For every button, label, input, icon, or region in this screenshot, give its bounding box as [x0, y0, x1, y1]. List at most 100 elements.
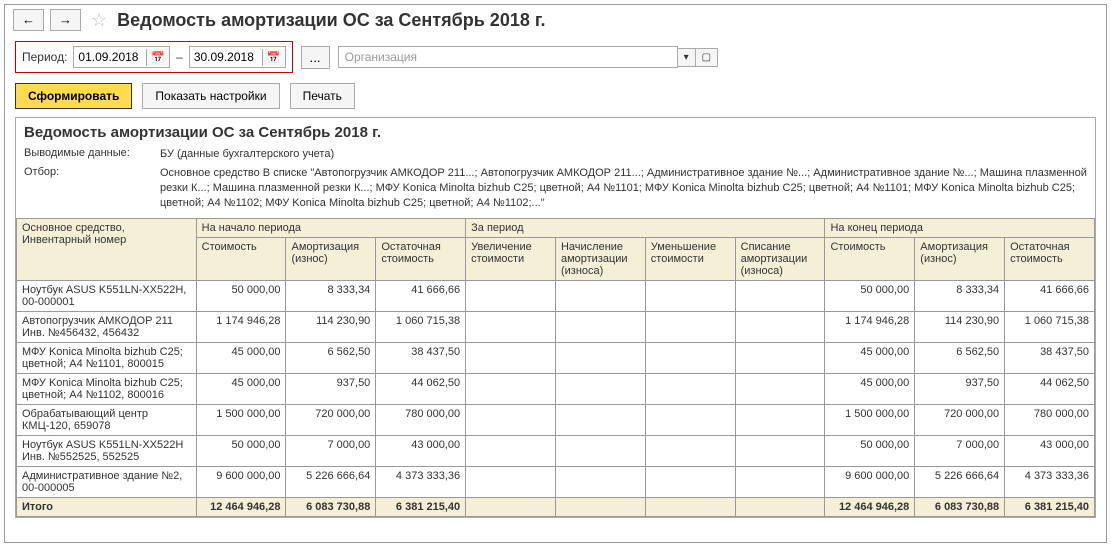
cell-accr — [555, 374, 645, 405]
cell-inc — [466, 281, 556, 312]
table-row[interactable]: Административное здание №2, 00-0000059 6… — [17, 467, 1095, 498]
cell-s-cost: 9 600 000,00 — [196, 467, 286, 498]
date-to-input[interactable] — [190, 47, 262, 67]
cell-wo — [735, 467, 825, 498]
cell-s-res: 43 000,00 — [376, 436, 466, 467]
cell-e-amort: 7 000,00 — [915, 436, 1005, 467]
cell-dec — [645, 312, 735, 343]
cell-e-cost: 50 000,00 — [825, 436, 915, 467]
org-open-button[interactable]: ▢ — [696, 48, 718, 67]
report-title: Ведомость амортизации ОС за Сентябрь 201… — [24, 124, 1087, 141]
cell-wo — [735, 436, 825, 467]
table-row[interactable]: Обрабатывающий центр КМЦ-120, 6590781 50… — [17, 405, 1095, 436]
page-title: Ведомость амортизации ОС за Сентябрь 201… — [117, 10, 545, 31]
cell-e-res: 1 060 715,38 — [1005, 312, 1095, 343]
table-row[interactable]: Автопогрузчик АМКОДОР 211 Инв. №456432, … — [17, 312, 1095, 343]
cell-accr — [555, 467, 645, 498]
organization-input[interactable]: Организация — [338, 46, 678, 68]
th-accr: Начисление амортизации (износа) — [555, 238, 645, 281]
th-wo: Списание амортизации (износа) — [735, 238, 825, 281]
cell-name: Обрабатывающий центр КМЦ-120, 659078 — [17, 405, 197, 436]
org-dropdown-button[interactable]: ▾ — [678, 48, 696, 67]
th-inc: Увеличение стоимости — [466, 238, 556, 281]
cell-e-res: 44 062,50 — [1005, 374, 1095, 405]
settings-button[interactable]: Показать настройки — [142, 83, 279, 109]
cell-e-cost: 9 600 000,00 — [825, 467, 915, 498]
cell-e-cost: 50 000,00 — [825, 281, 915, 312]
cell-wo — [735, 312, 825, 343]
cell-e-amort: 6 562,50 — [915, 343, 1005, 374]
cell-e-amort: 937,50 — [915, 374, 1005, 405]
table-row[interactable]: МФУ Konica Minolta bizhub C25; цветной; … — [17, 374, 1095, 405]
cell-inc — [466, 436, 556, 467]
cell-s-amort: 937,50 — [286, 374, 376, 405]
cell-total-label: Итого — [17, 498, 197, 517]
cell-inc — [466, 405, 556, 436]
th-end: На конец периода — [825, 219, 1095, 238]
cell-accr — [555, 405, 645, 436]
cell-s-amort: 114 230,90 — [286, 312, 376, 343]
date-from-input[interactable] — [74, 47, 146, 67]
cell-e-amort: 5 226 666,64 — [915, 467, 1005, 498]
period-block: Период: 📅 – 📅 — [15, 41, 293, 73]
cell-inc — [466, 343, 556, 374]
th-e-amort: Амортизация (износ) — [915, 238, 1005, 281]
cell-inc — [466, 312, 556, 343]
cell-e-cost: 45 000,00 — [825, 374, 915, 405]
cell-name: Автопогрузчик АМКОДОР 211 Инв. №456432, … — [17, 312, 197, 343]
cell-e-amort: 114 230,90 — [915, 312, 1005, 343]
cell-e-cost: 1 500 000,00 — [825, 405, 915, 436]
cell-wo — [735, 405, 825, 436]
table-row[interactable]: Ноутбук ASUS K551LN-XX522H, 00-000001 50 … — [17, 281, 1095, 312]
back-button[interactable]: ← — [13, 9, 44, 31]
filter-label: Отбор: — [24, 166, 144, 211]
period-picker-button[interactable]: ... — [301, 46, 330, 69]
cell-s-cost: 45 000,00 — [196, 343, 286, 374]
cell-e-cost: 1 174 946,28 — [825, 312, 915, 343]
table-row[interactable]: МФУ Konica Minolta bizhub C25; цветной; … — [17, 343, 1095, 374]
cell-s-cost: 45 000,00 — [196, 374, 286, 405]
cell-dec — [645, 405, 735, 436]
cell-s-cost: 1 174 946,28 — [196, 312, 286, 343]
cell-e-res: 38 437,50 — [1005, 343, 1095, 374]
cell-e-amort: 720 000,00 — [915, 405, 1005, 436]
cell-name: МФУ Konica Minolta bizhub C25; цветной; … — [17, 374, 197, 405]
cell-dec — [645, 374, 735, 405]
report-table: Основное средство, Инвентарный номер На … — [16, 218, 1095, 517]
date-sep: – — [176, 50, 183, 64]
th-start: На начало периода — [196, 219, 465, 238]
cell-e-res: 780 000,00 — [1005, 405, 1095, 436]
cell-s-cost: 1 500 000,00 — [196, 405, 286, 436]
cell-accr — [555, 281, 645, 312]
forward-button[interactable]: → — [50, 9, 81, 31]
print-button[interactable]: Печать — [290, 83, 355, 109]
filter-value: Основное средство В списке "Автопогрузчи… — [160, 166, 1087, 211]
th-e-res: Остаточная стоимость — [1005, 238, 1095, 281]
cell-accr — [555, 343, 645, 374]
cell-inc — [466, 374, 556, 405]
th-e-cost: Стоимость — [825, 238, 915, 281]
form-button[interactable]: Сформировать — [15, 83, 132, 109]
th-s-res: Остаточная стоимость — [376, 238, 466, 281]
table-row[interactable]: Ноутбук ASUS K551LN-XX522H Инв. №552525,… — [17, 436, 1095, 467]
cell-e-amort: 8 333,34 — [915, 281, 1005, 312]
calendar-icon[interactable]: 📅 — [146, 49, 169, 66]
cell-name: Ноутбук ASUS K551LN-XX522H, 00-000001 — [17, 281, 197, 312]
favorite-icon[interactable]: ☆ — [91, 10, 107, 31]
cell-e-res: 4 373 333,36 — [1005, 467, 1095, 498]
cell-dec — [645, 281, 735, 312]
data-value: БУ (данные бухгалтерского учета) — [160, 147, 1087, 162]
cell-wo — [735, 343, 825, 374]
cell-accr — [555, 436, 645, 467]
cell-s-amort: 5 226 666,64 — [286, 467, 376, 498]
cell-s-res: 38 437,50 — [376, 343, 466, 374]
cell-s-amort: 6 562,50 — [286, 343, 376, 374]
cell-e-res: 41 666,66 — [1005, 281, 1095, 312]
cell-s-amort: 7 000,00 — [286, 436, 376, 467]
cell-s-res: 780 000,00 — [376, 405, 466, 436]
cell-dec — [645, 467, 735, 498]
calendar-icon[interactable]: 📅 — [262, 49, 285, 66]
cell-s-cost: 50 000,00 — [196, 436, 286, 467]
period-label: Период: — [22, 50, 67, 64]
cell-wo — [735, 281, 825, 312]
